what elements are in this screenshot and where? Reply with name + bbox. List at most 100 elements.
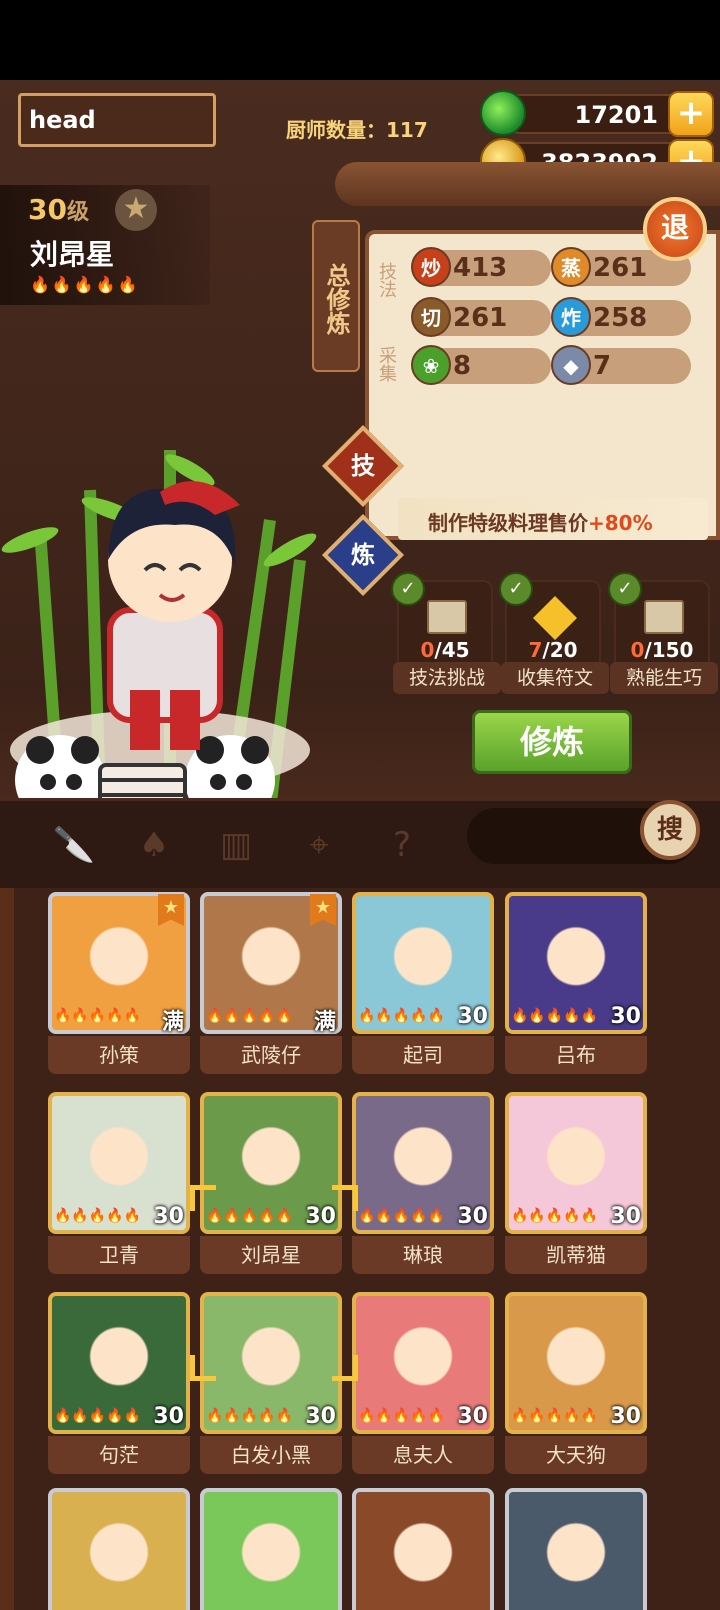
bonus-banner: 制作特级料理售价+80%	[398, 498, 708, 540]
jade-counter: 17201 +	[480, 90, 714, 137]
chef-avatar	[505, 1488, 647, 1610]
chef-card[interactable]: 🔥🔥🔥🔥🔥 30 吕布	[505, 892, 647, 1082]
chef-info: 30级 ★ 刘昂星 🔥🔥🔥🔥🔥	[0, 185, 210, 305]
rarity-flames: 🔥🔥🔥🔥🔥	[511, 1008, 599, 1024]
task-card[interactable]: ✓ 0/150 熟能生巧	[608, 572, 718, 694]
stat-3: 炸 258	[551, 297, 691, 337]
chef-level: 30	[153, 1404, 184, 1429]
check-icon: ✓	[499, 572, 533, 606]
chef-card[interactable]: 🔥🔥🔥🔥🔥 30 息夫人	[352, 1292, 494, 1482]
chef-card[interactable]	[352, 1488, 494, 1610]
rarity-flames: 🔥🔥🔥🔥🔥	[30, 275, 140, 294]
rarity-flames: 🔥🔥🔥🔥🔥	[54, 1408, 142, 1424]
chef-count: 厨师数量：117	[286, 118, 428, 142]
status-bar	[0, 0, 720, 80]
chef-portrait	[1, 450, 317, 825]
game-screen: head 厨师数量：117 17201 + 3823992 + 30级 ★ 刘昂…	[0, 80, 720, 1610]
chef-card[interactable]	[48, 1488, 190, 1610]
chef-name: 白发小黑	[200, 1436, 342, 1474]
task-card[interactable]: ✓ 7/20 收集符文	[499, 572, 609, 694]
veg-icon: ❀	[411, 345, 451, 385]
chef-card[interactable]: 🔥🔥🔥🔥🔥 30 卫青	[48, 1092, 190, 1282]
chef-name: 凯蒂猫	[505, 1236, 647, 1274]
chef-level: 30	[457, 1204, 488, 1229]
rarity-flames: 🔥🔥🔥🔥🔥	[511, 1208, 599, 1224]
stat-2: 切 261	[411, 297, 551, 337]
map-pin-icon[interactable]: ⌖	[295, 821, 343, 869]
jar-icon[interactable]: ▥	[212, 821, 260, 869]
task-progress: 0/150	[630, 638, 694, 662]
stat-value: 413	[453, 253, 508, 283]
star-icon[interactable]: ★	[115, 189, 157, 231]
rarity-flames: 🔥🔥🔥🔥🔥	[54, 1008, 142, 1024]
task-label: 熟能生巧	[610, 662, 718, 694]
stat-icon: 切	[411, 297, 451, 337]
fish-icon: ◆	[551, 345, 591, 385]
chef-card[interactable]: 🔥🔥🔥🔥🔥 30 琳琅	[352, 1092, 494, 1282]
task-card[interactable]: ✓ 0/45 技法挑战	[391, 572, 501, 694]
stat-value: 261	[593, 253, 648, 283]
knife-icon[interactable]: 🔪	[50, 821, 98, 869]
stat-value: 7	[593, 351, 612, 381]
selection-bracket	[190, 1185, 358, 1381]
chef-level: 30	[610, 1004, 641, 1029]
chef-name: 吕布	[505, 1036, 647, 1074]
rarity-flames: 🔥🔥🔥🔥🔥	[358, 1008, 446, 1024]
stat-icon: 蒸	[551, 247, 591, 287]
stat-4: ❀ 8	[411, 345, 551, 385]
book-question-icon[interactable]: ?	[378, 821, 426, 869]
jade-value: 17201	[574, 101, 659, 129]
task-progress: 0/45	[420, 638, 470, 662]
chef-avatar	[200, 1488, 342, 1610]
chef-level: 30	[610, 1404, 641, 1429]
rune-icon	[533, 596, 577, 640]
chef-card[interactable]: 🔥🔥🔥🔥🔥 30 大天狗	[505, 1292, 647, 1482]
chef-card[interactable]: ★ 🔥🔥🔥🔥🔥 满孙策	[48, 892, 190, 1082]
stat-5: ◆ 7	[551, 345, 691, 385]
rarity-flames: 🔥🔥🔥🔥🔥	[54, 1208, 142, 1224]
chef-level: 30	[610, 1204, 641, 1229]
rarity-flames: 🔥🔥🔥🔥🔥	[206, 1008, 294, 1024]
stat-0: 炒 413	[411, 247, 551, 287]
chef-card[interactable]	[505, 1488, 647, 1610]
chef-level: 30级	[28, 193, 89, 226]
scroll-icon	[644, 600, 684, 634]
stat-value: 261	[453, 303, 508, 333]
check-icon: ✓	[391, 572, 425, 606]
scroll-icon	[427, 600, 467, 634]
chef-card[interactable]	[200, 1488, 342, 1610]
chef-name: 卫青	[48, 1236, 190, 1274]
chef-card[interactable]: ★ 🔥🔥🔥🔥🔥 满武陵仔	[200, 892, 342, 1082]
chef-avatar	[48, 1488, 190, 1610]
skill-label: 技法	[376, 262, 397, 298]
chef-card[interactable]: 🔥🔥🔥🔥🔥 30 起司	[352, 892, 494, 1082]
stat-icon: 炸	[551, 297, 591, 337]
total-cultivation-tab[interactable]: 总修炼	[312, 220, 360, 372]
task-label: 技法挑战	[393, 662, 501, 694]
chef-card[interactable]: 🔥🔥🔥🔥🔥 30 凯蒂猫	[505, 1092, 647, 1282]
search-button[interactable]: 搜	[640, 800, 700, 860]
chef-name: 息夫人	[352, 1436, 494, 1474]
rarity-flames: 🔥🔥🔥🔥🔥	[511, 1408, 599, 1424]
check-icon: ✓	[608, 572, 642, 606]
spatula-icon[interactable]: ♠	[130, 821, 178, 869]
rarity-flames: 🔥🔥🔥🔥🔥	[358, 1408, 446, 1424]
grid-border	[0, 888, 14, 1610]
chef-name: 大天狗	[505, 1436, 647, 1474]
chef-level: 满	[313, 1010, 336, 1035]
task-label: 收集符文	[501, 662, 609, 694]
exit-button[interactable]: 退	[643, 197, 707, 261]
chef-level: 30	[305, 1404, 336, 1429]
stat-value: 258	[593, 303, 648, 333]
chef-level: 30	[153, 1204, 184, 1229]
chef-name: 孙策	[48, 1036, 190, 1074]
chef-card[interactable]: 🔥🔥🔥🔥🔥 30 句茫	[48, 1292, 190, 1482]
add-jade-button[interactable]: +	[668, 91, 714, 137]
rarity-flames: 🔥🔥🔥🔥🔥	[358, 1208, 446, 1224]
chef-level: 满	[161, 1010, 184, 1035]
chef-name: 刘昂星	[30, 238, 115, 271]
search-input[interactable]: head	[18, 93, 216, 147]
gather-label: 采集	[376, 346, 397, 382]
cultivate-button[interactable]: 修炼	[472, 710, 632, 774]
stat-value: 8	[453, 351, 472, 381]
